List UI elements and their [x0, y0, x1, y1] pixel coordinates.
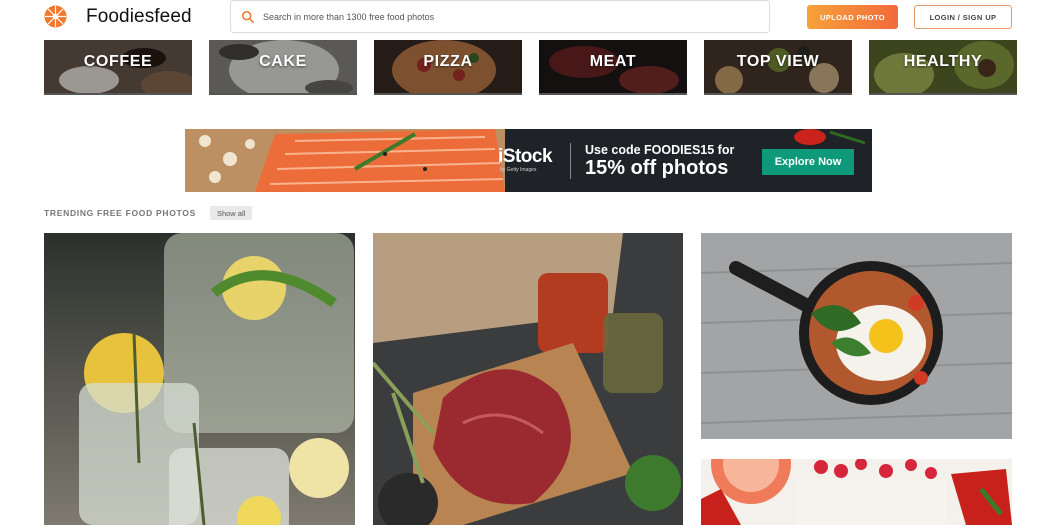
- photo-peppers[interactable]: [701, 459, 1012, 525]
- site-logo[interactable]: Foodiesfeed: [44, 5, 192, 28]
- steak-image: [373, 233, 683, 525]
- ad-brand-logo: iStock: [498, 146, 553, 167]
- logo-icon: [44, 5, 67, 28]
- photo-steak[interactable]: [373, 233, 683, 525]
- site-header: Foodiesfeed UPLOAD PHOTO LOGIN / SIGN UP: [0, 0, 1050, 38]
- category-cake[interactable]: CAKE: [209, 40, 357, 95]
- category-coffee[interactable]: COFFEE: [44, 40, 192, 95]
- lemonade-image: [44, 233, 355, 525]
- show-all-button[interactable]: Show all: [209, 206, 253, 220]
- category-label: PIZZA: [423, 53, 473, 70]
- ad-brand-sub: by Getty Images: [500, 167, 537, 173]
- category-pizza[interactable]: PIZZA: [374, 40, 522, 95]
- category-label: TOP VIEW: [736, 53, 820, 70]
- upload-photo-button[interactable]: UPLOAD PHOTO: [807, 5, 898, 29]
- photo-egg-skillet[interactable]: [701, 233, 1012, 439]
- peppers-image: [701, 459, 1012, 525]
- ad-divider: [570, 143, 571, 179]
- trending-header: TRENDING FREE FOOD PHOTOS Show all: [44, 206, 253, 220]
- category-top-view[interactable]: TOP VIEW: [704, 40, 852, 95]
- ad-chili-image: [794, 129, 866, 145]
- category-strip: COFFEE CAKE PIZZA MEAT TOP VIEW HEALTHY: [44, 40, 1017, 95]
- ad-salmon-image: [185, 129, 505, 192]
- category-label: MEAT: [589, 53, 637, 70]
- search-input[interactable]: [263, 11, 743, 22]
- istock-ad-banner[interactable]: iStock by Getty Images Use code FOODIES1…: [185, 129, 872, 192]
- ad-offer-text: 15% off photos: [585, 157, 729, 179]
- trending-title: TRENDING FREE FOOD PHOTOS: [44, 208, 196, 218]
- explore-now-button[interactable]: Explore Now: [762, 149, 854, 175]
- category-label: COFFEE: [83, 53, 153, 70]
- site-name: Foodiesfeed: [86, 5, 192, 27]
- search-bar[interactable]: [230, 0, 770, 33]
- category-healthy[interactable]: HEALTHY: [869, 40, 1017, 95]
- search-icon: [241, 10, 255, 23]
- category-label: CAKE: [259, 53, 307, 70]
- category-meat[interactable]: MEAT: [539, 40, 687, 95]
- category-label: HEALTHY: [903, 53, 983, 70]
- egg-skillet-image: [701, 233, 1012, 439]
- photo-lemonade[interactable]: [44, 233, 355, 525]
- ad-code-text: Use code FOODIES15 for: [585, 143, 735, 157]
- login-signup-button[interactable]: LOGIN / SIGN UP: [914, 5, 1012, 29]
